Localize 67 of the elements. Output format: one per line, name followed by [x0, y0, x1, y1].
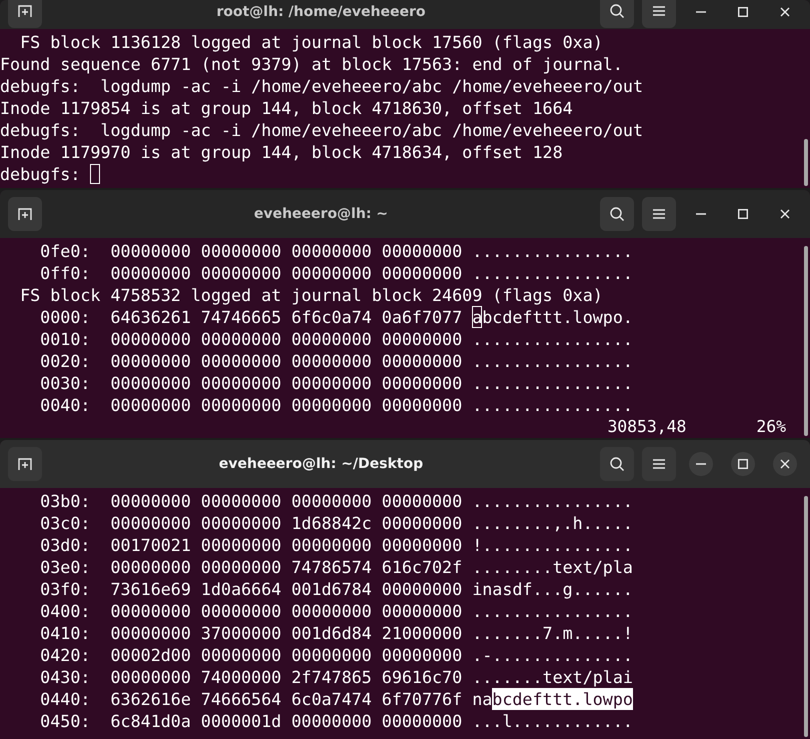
new-tab-button[interactable] [8, 447, 42, 481]
close-icon [780, 209, 790, 219]
maximize-icon [738, 209, 748, 219]
terminal-text: 0450: 6c841d0a 0000001d 00000000 00000000 ...l............ [39, 710, 633, 732]
minimize-icon [696, 213, 706, 215]
terminal-text: 03f0: 73616e69 1d0a6664 001d6784 00000000 inasdf...g...... [39, 578, 633, 600]
maximize-icon [738, 459, 748, 469]
terminal-text: debugfs: logdump -ac -i /home/eveheeero/abc /home/eveheeero/out [0, 119, 643, 141]
terminal-text: debugfs: [0, 163, 82, 185]
minimize-button[interactable] [689, 452, 713, 476]
search-icon [609, 206, 625, 222]
terminal-text: bcdefttt.lowpo. [482, 306, 633, 328]
menu-icon [652, 458, 666, 470]
menu-button[interactable] [642, 197, 676, 231]
close-button[interactable] [773, 452, 797, 476]
new-tab-button[interactable] [8, 197, 42, 231]
terminal-text: Found sequence 6771 (not 9379) at block 17563: end of journal. [0, 53, 623, 75]
new-tab-icon [17, 456, 33, 472]
terminal-text: 03d0: 00170021 00000000 00000000 00000000 !............... [39, 534, 633, 556]
maximize-icon [738, 7, 748, 17]
terminal-text: FS block 1136128 logged at journal block 17560 (flags 0xa) [19, 31, 603, 53]
scrollbar[interactable] [804, 496, 808, 737]
terminal-text: 0010: 00000000 00000000 00000000 00000000 ................ [39, 328, 633, 350]
menu-icon [652, 208, 666, 220]
menu-icon [652, 5, 666, 17]
close-icon [780, 7, 790, 17]
terminal-text: 0400: 00000000 00000000 00000000 00000000 ................ [39, 600, 633, 622]
terminal-text: 03b0: 00000000 00000000 00000000 00000000 ................ [39, 490, 633, 512]
scroll-percent: 26% [756, 416, 786, 438]
terminal-text: 0030: 00000000 00000000 00000000 00000000 ................ [39, 372, 633, 394]
terminal-text: 0000: 64636261 74746665 6f6c0a74 0a6f7077 [39, 306, 464, 328]
terminal-text: Inode 1179970 is at group 144, block 4718634, offset 128 [0, 141, 563, 163]
minimize-icon [696, 463, 706, 465]
window-title: eveheeero@lh: ~ [252, 206, 390, 222]
minimize-icon [696, 11, 706, 13]
scrollbar[interactable] [804, 246, 808, 436]
close-icon [780, 459, 790, 469]
cursor-highlighted-text: a [472, 306, 482, 328]
search-icon [609, 456, 625, 472]
menu-button[interactable] [642, 0, 676, 28]
terminal-text: debugfs: logdump -ac -i /home/eveheeero/abc /home/eveheeero/out [0, 75, 643, 97]
cursor-position: 30853,48 [607, 416, 686, 438]
terminal-text: 03c0: 00000000 00000000 1d68842c 00000000 ........,.h..... [39, 512, 633, 534]
window-title: eveheeero@lh: ~/Desktop [218, 456, 424, 472]
search-button[interactable] [600, 0, 634, 28]
terminal-text: 0420: 00002d00 00000000 00000000 00000000 .-.............. [39, 644, 633, 666]
menu-button[interactable] [642, 447, 676, 481]
new-tab-icon [17, 206, 33, 222]
terminal-text: 03e0: 00000000 00000000 74786574 616c702f ........text/pla [39, 556, 633, 578]
selected-text: bcdefttt.lowpo [492, 688, 633, 710]
terminal-text: 0040: 00000000 00000000 00000000 00000000 ................ [39, 394, 633, 416]
terminal-text: 0020: 00000000 00000000 00000000 00000000 ................ [39, 350, 633, 372]
scrollbar[interactable] [804, 139, 808, 186]
new-tab-icon [17, 3, 33, 19]
search-button[interactable] [600, 197, 634, 231]
terminal-text: 0440: 6362616e 74666564 6c0a7474 6f70776f na [39, 688, 492, 710]
window-title: root@lh: /home/eveheeero [215, 4, 427, 20]
maximize-button[interactable] [731, 452, 755, 476]
terminal-text: FS block 4758532 logged at journal block 24609 (flags 0xa) [19, 284, 603, 306]
search-button[interactable] [600, 447, 634, 481]
new-tab-button[interactable] [8, 0, 42, 28]
terminal-text: 0410: 00000000 37000000 001d6d84 21000000 .......7.m.....! [39, 622, 633, 644]
terminal-text: 0ff0: 00000000 00000000 00000000 00000000 ................ [39, 262, 633, 284]
search-icon [609, 3, 625, 19]
terminal-text: 0fe0: 00000000 00000000 00000000 00000000 ................ [39, 240, 633, 262]
terminal-text: Inode 1179854 is at group 144, block 4718630, offset 1664 [0, 97, 573, 119]
terminal-text: 0430: 00000000 74000000 2f747865 69616c70 .......text/plai [39, 666, 633, 688]
